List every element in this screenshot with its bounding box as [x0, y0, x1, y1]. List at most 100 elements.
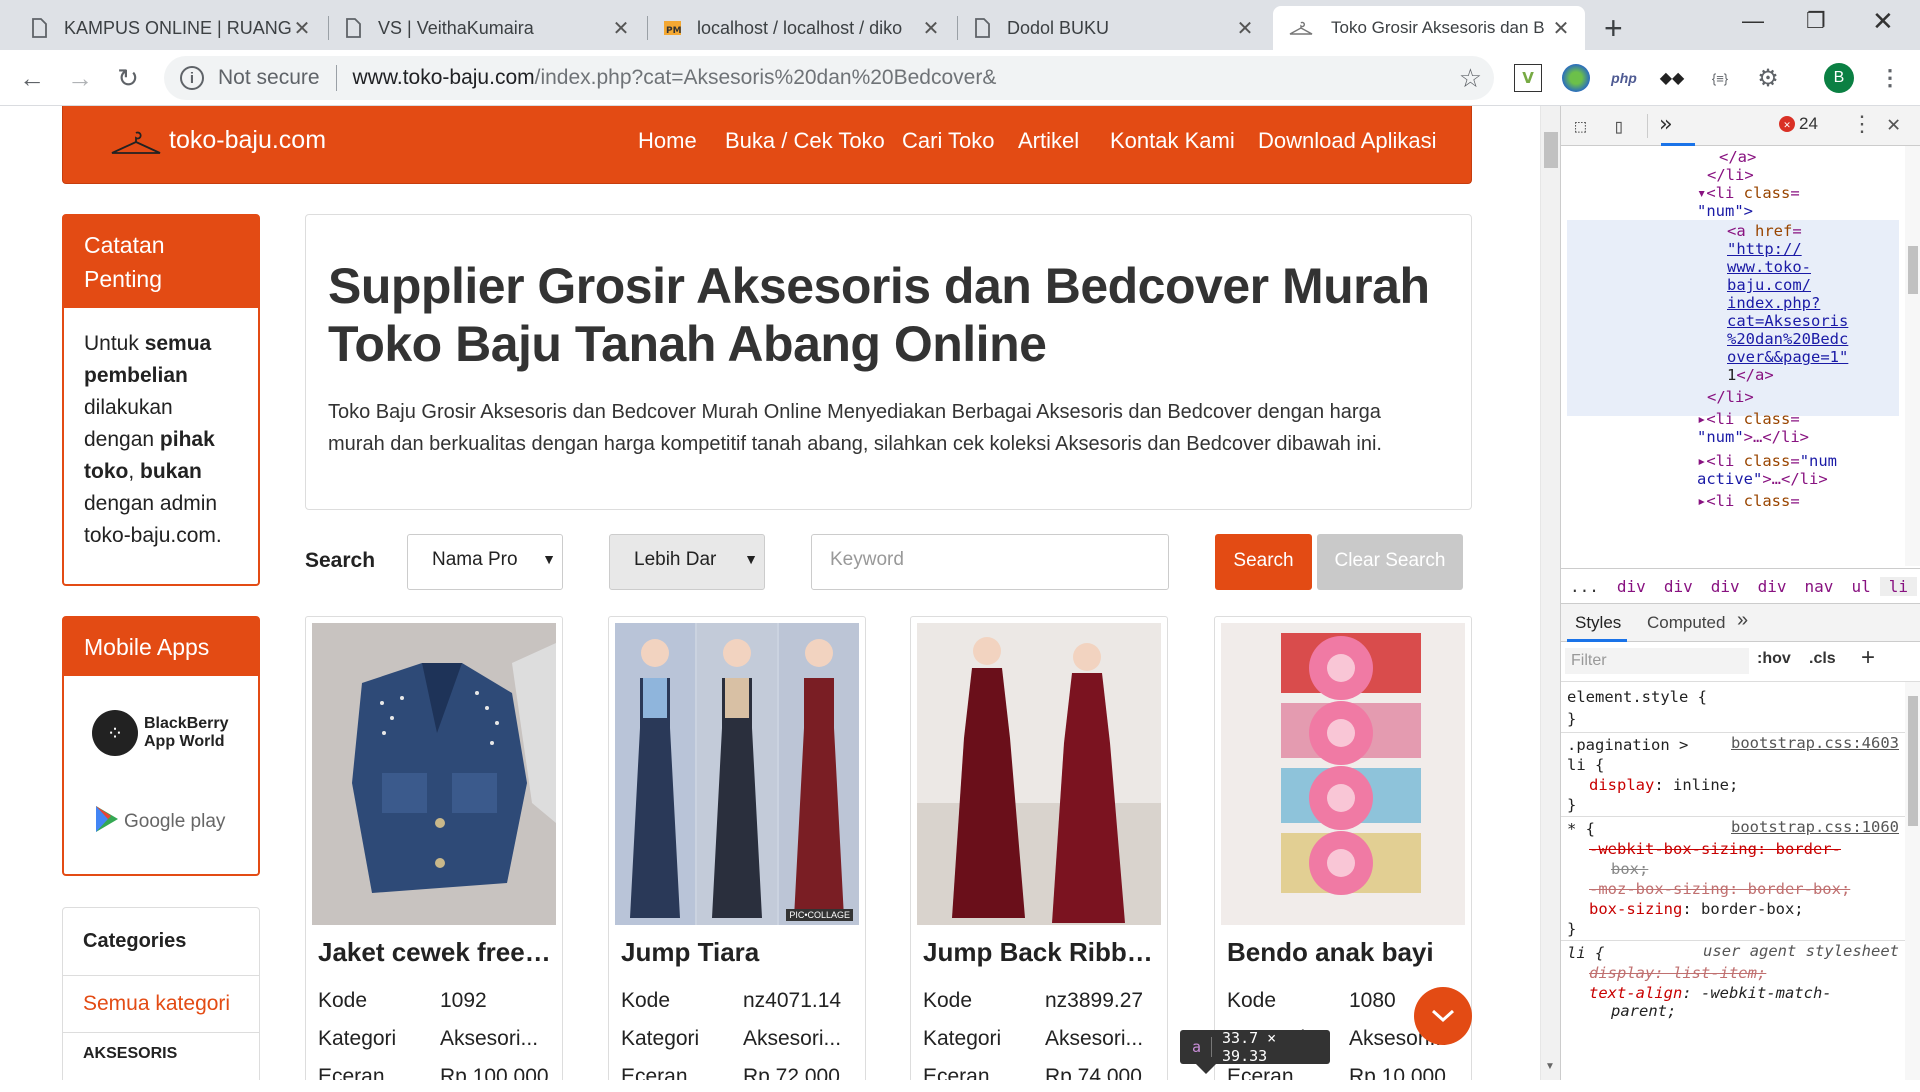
info-icon[interactable]: i: [180, 66, 204, 90]
close-tab-icon[interactable]: ✕: [921, 16, 941, 41]
new-tab-button[interactable]: +: [1604, 10, 1623, 47]
css-declaration-overridden[interactable]: -moz-box-sizing: border-box;: [1589, 878, 1850, 900]
devtools-close-icon[interactable]: ✕: [1887, 112, 1900, 137]
minimize-icon[interactable]: —: [1742, 8, 1764, 34]
nav-cari-toko[interactable]: Cari Toko: [902, 128, 995, 154]
address-bar[interactable]: i Not secure www.toko-baju.com /index.ph…: [164, 56, 1494, 100]
close-tab-icon[interactable]: ✕: [611, 16, 631, 41]
hanger-logo-icon[interactable]: [109, 128, 163, 163]
vuejs-devtools-extension-icon[interactable]: V: [1514, 64, 1542, 92]
breadcrumb-item[interactable]: div: [1655, 577, 1702, 596]
css-selector[interactable]: li {: [1567, 942, 1604, 964]
reload-icon[interactable]: ↻: [110, 60, 146, 96]
hover-state-toggle[interactable]: :hov: [1757, 650, 1791, 668]
add-style-rule-icon[interactable]: +: [1861, 644, 1875, 672]
json-formatter-extension-icon[interactable]: {≡}: [1706, 64, 1734, 92]
product-card[interactable]: Jump Back Ribbo... Kode nz3899.27 Kategor…: [910, 616, 1168, 1080]
css-selector[interactable]: .pagination >: [1567, 734, 1688, 756]
tab-kampus-online[interactable]: KAMPUS ONLINE | RUANG ✕: [16, 6, 326, 50]
nav-artikel[interactable]: Artikel: [1018, 128, 1079, 154]
css-declaration-overridden[interactable]: -webkit-box-sizing: border-: [1589, 838, 1841, 860]
restore-icon[interactable]: ❐: [1806, 8, 1826, 34]
styles-pane[interactable]: element.style { } .pagination > bootstra…: [1561, 682, 1905, 1080]
product-image-bendo-anak-bayi[interactable]: [1221, 623, 1465, 925]
nav-buka-cek-toko[interactable]: Buka / Cek Toko: [725, 128, 885, 154]
close-tab-icon[interactable]: ✕: [292, 16, 312, 41]
search-button[interactable]: Search: [1215, 534, 1312, 590]
category-aksesoris-link[interactable]: AKSESORIS: [63, 1033, 259, 1075]
forward-arrow-icon[interactable]: →: [62, 60, 98, 96]
close-tab-icon[interactable]: ✕: [1551, 16, 1571, 41]
breadcrumb-item[interactable]: div: [1749, 577, 1796, 596]
tab-veithakumaira[interactable]: VS | VeithaKumaira ✕: [330, 6, 645, 50]
dom-line[interactable]: active">…</li>: [1697, 468, 1828, 490]
search-field-select[interactable]: Nama Pro ▼: [407, 534, 563, 590]
comparison-select[interactable]: Lebih Dar ▼: [609, 534, 765, 590]
dom-tree-scrollbar[interactable]: [1905, 146, 1920, 566]
page-scrollbar-thumb[interactable]: [1544, 132, 1558, 168]
dom-line[interactable]: </li>: [1707, 386, 1754, 408]
nav-kontak-kami[interactable]: Kontak Kami: [1110, 128, 1235, 154]
tab-phpmyadmin[interactable]: PMA localhost / localhost / diko ✕: [649, 6, 955, 50]
class-toggle[interactable]: .cls: [1809, 650, 1836, 668]
error-icon[interactable]: ✕: [1779, 116, 1795, 132]
inspect-element-icon[interactable]: ⬚: [1575, 116, 1586, 137]
blackberry-app-world-badge[interactable]: ⁘ BlackBerry App World: [92, 710, 229, 756]
globe-extension-icon[interactable]: [1562, 64, 1590, 92]
tab-toko-grosir-active[interactable]: Toko Grosir Aksesoris dan B ✕: [1273, 6, 1585, 50]
close-window-icon[interactable]: ✕: [1872, 6, 1894, 37]
product-card[interactable]: Jaket cewek free s... Kode 1092 Kategori A…: [305, 616, 563, 1080]
product-name[interactable]: Jaket cewek free s...: [318, 937, 554, 968]
more-panels-icon[interactable]: »: [1659, 112, 1672, 137]
page-scrollbar[interactable]: ▼: [1540, 106, 1560, 1080]
dom-line[interactable]: 1</a>: [1727, 364, 1774, 386]
css-source-link[interactable]: bootstrap.css:4603: [1731, 734, 1899, 752]
css-selector[interactable]: li {: [1567, 754, 1604, 776]
product-name[interactable]: Jump Tiara: [621, 937, 857, 968]
dom-line[interactable]: ▸<li class=: [1697, 490, 1800, 512]
css-declaration-overridden[interactable]: box;: [1611, 858, 1648, 880]
product-name[interactable]: Jump Back Ribbo...: [923, 937, 1159, 968]
css-declaration-overridden[interactable]: display: list-item;: [1589, 962, 1766, 984]
breadcrumb-item[interactable]: div: [1608, 577, 1655, 596]
breadcrumb-item[interactable]: nav: [1796, 577, 1843, 596]
dom-tree-scrollbar-thumb[interactable]: [1908, 246, 1918, 294]
scroll-down-arrow-icon[interactable]: ▼: [1545, 1061, 1555, 1072]
google-play-badge[interactable]: Google play: [94, 804, 225, 839]
bookmark-star-icon[interactable]: ☆: [1459, 63, 1482, 94]
devtools-menu-icon[interactable]: ⋮: [1851, 112, 1873, 137]
scroll-down-button[interactable]: [1414, 987, 1472, 1045]
profile-avatar[interactable]: B: [1824, 63, 1854, 93]
product-image-denim-jacket[interactable]: [312, 623, 556, 925]
chrome-menu-icon[interactable]: ⋮: [1876, 64, 1904, 92]
dom-attr-value[interactable]: "num">: [1697, 200, 1753, 222]
breadcrumb-item[interactable]: ...: [1561, 577, 1608, 596]
close-tab-icon[interactable]: ✕: [1235, 16, 1255, 41]
category-all-link[interactable]: Semua kategori: [63, 976, 259, 1033]
breadcrumb-item[interactable]: ul: [1842, 577, 1879, 596]
back-arrow-icon[interactable]: ←: [14, 60, 50, 96]
site-logo-text[interactable]: toko-baju.com: [169, 126, 326, 155]
styles-scrollbar-thumb[interactable]: [1908, 696, 1918, 826]
css-declaration[interactable]: display: inline;: [1589, 774, 1738, 796]
product-image-jump-back-ribbon[interactable]: [917, 623, 1161, 925]
css-selector[interactable]: element.style {: [1567, 686, 1707, 708]
dom-line[interactable]: "num">…</li>: [1697, 426, 1809, 448]
product-name[interactable]: Bendo anak bayi: [1227, 937, 1463, 968]
elements-dom-tree[interactable]: </a> </li> ▾<li class= "num"> <a href= "…: [1561, 146, 1905, 566]
clear-search-button[interactable]: Clear Search: [1317, 534, 1463, 590]
styles-scrollbar[interactable]: [1905, 682, 1920, 1080]
error-count[interactable]: 24: [1799, 114, 1818, 134]
keyword-input[interactable]: Keyword: [811, 534, 1169, 590]
incognito-mask-extension-icon[interactable]: ◆◆: [1658, 64, 1686, 92]
device-toolbar-icon[interactable]: ▯: [1613, 114, 1625, 138]
breadcrumb-item[interactable]: div: [1702, 577, 1749, 596]
nav-download-aplikasi[interactable]: Download Aplikasi: [1258, 128, 1437, 154]
css-declaration[interactable]: box-sizing: border-box;: [1589, 898, 1804, 920]
css-source-link[interactable]: bootstrap.css:1060: [1731, 818, 1899, 836]
styles-filter-input[interactable]: Filter: [1565, 648, 1749, 674]
tab-styles[interactable]: Styles: [1575, 613, 1621, 633]
tab-dodol-buku[interactable]: Dodol BUKU ✕: [959, 6, 1269, 50]
php-extension-icon[interactable]: php: [1610, 64, 1638, 92]
css-selector[interactable]: * {: [1567, 818, 1595, 840]
